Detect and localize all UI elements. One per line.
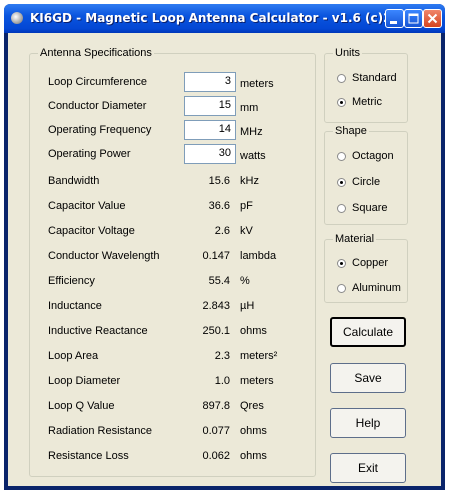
save-button[interactable]: Save [330,363,406,393]
units-metric-radio[interactable]: Metric [337,95,382,109]
conductor-wavelength-unit: lambda [240,250,277,262]
minimize-button[interactable] [385,9,404,28]
loop-diameter-value: 1.0 [214,375,230,387]
capacitor-voltage-unit: kV [240,225,253,237]
radio-selected-icon [337,177,346,187]
inductance-value: 2.843 [202,300,230,312]
capacitor-voltage-value: 2.6 [214,225,230,237]
close-button[interactable] [423,9,442,28]
units-group: Units Standard Metric [324,47,408,123]
shape-label: Shape [333,125,369,137]
app-icon[interactable] [11,12,23,24]
minimize-icon [390,21,397,24]
inductive-reactance-value: 250.1 [202,325,230,337]
radio-circle-icon [337,151,346,161]
operating-power-input[interactable]: 30 [184,144,236,164]
units-metric-label: Metric [352,96,382,108]
shape-octagon-radio[interactable]: Octagon [337,149,394,163]
radio-selected-icon [337,97,346,107]
efficiency-value: 55.4 [208,275,230,287]
radiation-resistance-unit: ohms [240,425,267,437]
units-standard-radio[interactable]: Standard [337,71,397,85]
close-icon [427,13,438,24]
material-aluminum-label: Aluminum [352,282,401,294]
loop-circumference-unit: meters [240,78,274,90]
bandwidth-value: 15.6 [208,175,230,187]
material-copper-label: Copper [352,257,389,269]
loop-area-unit: meters² [240,350,278,362]
exit-button[interactable]: Exit [330,453,406,483]
title-bar[interactable]: KI6GD - Magnetic Loop Antenna Calculator… [4,4,445,33]
operating-frequency-label: Operating Frequency [48,124,152,136]
antenna-specifications-label: Antenna Specifications [38,47,154,59]
capacitor-value-value: 36.6 [208,200,230,212]
loop-circumference-label: Loop Circumference [48,76,148,88]
calculate-button[interactable]: Calculate [330,317,406,347]
shape-circle-label: Circle [352,176,381,188]
shape-circle-radio[interactable]: Circle [337,175,380,189]
material-group: Material Copper Aluminum [324,233,408,303]
resistance-loss-unit: ohms [240,450,267,462]
material-label: Material [333,233,377,245]
material-copper-radio[interactable]: Copper [337,256,388,270]
operating-power-label: Operating Power [48,148,131,160]
loop-circumference-input[interactable]: 3 [184,72,236,92]
radio-selected-icon [337,258,346,268]
units-label: Units [333,47,363,59]
help-button[interactable]: Help [330,408,406,438]
loop-q-value-unit: Qres [240,400,264,412]
maximize-button[interactable] [404,9,423,28]
units-standard-label: Standard [352,72,397,84]
shape-square-label: Square [352,202,388,214]
resistance-loss-value: 0.062 [202,450,230,462]
maximize-icon [408,13,419,24]
conductor-diameter-label: Conductor Diameter [48,100,147,112]
shape-square-radio[interactable]: Square [337,201,387,215]
conductor-diameter-input[interactable]: 15 [184,96,236,116]
loop-diameter-unit: meters [240,375,274,387]
inductance-unit: µH [240,300,255,312]
shape-octagon-label: Octagon [352,150,394,162]
radio-circle-icon [337,283,346,293]
operating-frequency-unit: MHz [240,126,263,138]
bandwidth-unit: kHz [240,175,259,187]
efficiency-unit: % [240,275,250,287]
conductor-diameter-unit: mm [240,102,259,114]
shape-group: Shape Octagon Circle Square [324,125,408,225]
radio-circle-icon [337,73,346,83]
dialog-body: Antenna Specifications Loop Circumferenc… [8,33,441,486]
operating-frequency-input[interactable]: 14 [184,120,236,140]
conductor-wavelength-value: 0.147 [202,250,230,262]
inductive-reactance-unit: ohms [240,325,267,337]
loop-q-value-value: 897.8 [202,400,230,412]
capacitor-value-unit: pF [240,200,253,212]
antenna-specifications-group: Antenna Specifications Loop Circumferenc… [29,47,316,477]
radio-circle-icon [337,203,346,213]
radiation-resistance-value: 0.077 [202,425,230,437]
operating-power-unit: watts [240,150,266,162]
material-aluminum-radio[interactable]: Aluminum [337,281,401,295]
loop-area-value: 2.3 [214,350,230,362]
app-window: KI6GD - Magnetic Loop Antenna Calculator… [4,4,445,490]
window-title: KI6GD - Magnetic Loop Antenna Calculator… [30,11,417,25]
